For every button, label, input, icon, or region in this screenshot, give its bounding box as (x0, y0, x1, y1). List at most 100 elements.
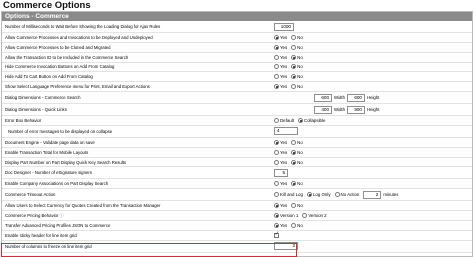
radio-label: No (297, 222, 303, 228)
search-height-input[interactable]: 600 (346, 93, 365, 102)
clone-no-radio[interactable] (291, 44, 297, 50)
search-width-input[interactable]: 600 (314, 93, 332, 102)
row-label: Dialog Dimensions - Quick Links (5, 107, 67, 113)
page-title: Commerce Options (3, 0, 91, 11)
minutes-label: minutes (383, 192, 399, 198)
timeout-minutes-input[interactable]: 2 (363, 190, 382, 199)
error-collapsible-radio[interactable] (297, 117, 303, 123)
radio-label: No (297, 139, 303, 145)
row-json: Transfer Advanced Pricing Profiles JSON … (2, 221, 472, 231)
timeout-none-radio[interactable] (334, 192, 340, 198)
row-label: Doc Designer - Number of eSignature sign… (5, 170, 92, 176)
row-esign: Doc Designer - Number of eSignature sign… (2, 167, 472, 180)
radio-label: No (297, 84, 303, 90)
row-ajax-wait: Number of Milliseconds to Wait Before Sh… (2, 21, 472, 33)
row-clone: Allow Commerce Processes to be Cloned an… (2, 43, 472, 53)
row-label: Hide Add To Cart Button on Add From Cata… (5, 74, 93, 80)
part-results-no-radio[interactable] (291, 159, 297, 165)
radio-label: Version 1 (280, 213, 299, 219)
options-panel: Options - Commerce Number of Millisecond… (1, 11, 473, 257)
row-company-assoc: Enable Company Associations on Part Disp… (2, 179, 472, 190)
height-label: Height (366, 95, 380, 101)
row-timeout: Commerce Timeout Action Kill and Log Log… (2, 189, 472, 202)
row-dialog-search: Dialog Dimensions - Commerce Search 600 … (2, 92, 472, 105)
row-dialog-quick: Dialog Dimensions - Quick Links 400 Widt… (2, 104, 472, 117)
freeze-columns-input[interactable]: 2 (274, 242, 298, 251)
ajax-wait-input[interactable]: 1000 (274, 22, 294, 31)
width-label: Width (334, 107, 345, 113)
txn-total-no-radio[interactable] (291, 149, 297, 155)
width-label: Width (334, 95, 345, 101)
currency-yes-radio[interactable] (274, 203, 279, 209)
currency-no-radio[interactable] (291, 203, 297, 209)
row-label: Show Select Language Preference menu for… (5, 84, 150, 90)
radio-label: No (297, 64, 303, 70)
timeout-log-radio[interactable] (306, 192, 312, 198)
row-label: Allow Commerce Processes and Invocations… (5, 34, 153, 40)
radio-label: Yes (280, 149, 288, 155)
radio-label: Default (280, 117, 294, 123)
error-count-input[interactable]: 4 (274, 127, 298, 136)
row-error-count: Number of error messages to be displayed… (2, 126, 472, 138)
company-assoc-yes-radio[interactable] (274, 181, 279, 187)
section-header: Options - Commerce (2, 12, 472, 21)
row-txn-id: Allow the Transaction ID to be Included … (2, 53, 472, 63)
radio-label: No (297, 54, 303, 60)
hide-add-cart-no-radio[interactable] (291, 74, 297, 80)
radio-label: Yes (280, 54, 288, 60)
pricing-v2-radio[interactable] (302, 213, 308, 219)
row-label: Allow Users to Select Currency for Quote… (5, 203, 161, 209)
row-label: Allow the Transaction ID to be Included … (5, 54, 129, 60)
hide-buttons-yes-radio[interactable] (274, 64, 279, 70)
lang-menu-no-radio[interactable] (291, 84, 297, 90)
hide-buttons-no-radio[interactable] (291, 64, 297, 70)
json-no-radio[interactable] (291, 222, 297, 228)
row-label: Allow Commerce Processes to be Cloned an… (5, 44, 111, 50)
pricing-v1-radio[interactable] (274, 213, 279, 219)
radio-label: Yes (280, 181, 288, 187)
radio-label: Yes (280, 139, 288, 145)
radio-label: No (297, 149, 303, 155)
txn-id-no-radio[interactable] (291, 54, 297, 60)
quick-height-input[interactable]: 900 (346, 105, 365, 114)
row-part-results: Display Part Number on Part Display Quic… (2, 158, 472, 168)
row-hide-add-cart: Hide Add To Cart Button on Add From Cata… (2, 72, 472, 83)
row-deploy: Allow Commerce Processes and Invocations… (2, 33, 472, 43)
txn-total-yes-radio[interactable] (274, 149, 279, 155)
row-doc-engine: Document Engine - Validate page data on … (2, 138, 472, 148)
esign-count-input[interactable]: 5 (274, 168, 288, 177)
clone-yes-radio[interactable] (274, 44, 279, 50)
sticky-header-checkbox[interactable] (274, 231, 279, 238)
row-label: Enable Company Associations on Part Disp… (5, 181, 109, 187)
row-label: Commerce Timeout Action (5, 192, 56, 198)
row-sticky: Enable sticky header for line item grid (2, 231, 472, 241)
row-label: Hide Commerce Invocation Buttons on Add … (5, 64, 115, 70)
hide-add-cart-yes-radio[interactable] (274, 74, 279, 80)
row-label: Transfer Advanced Pricing Profiles JSON … (5, 222, 111, 228)
doc-engine-yes-radio[interactable] (274, 139, 279, 145)
radio-label: No (297, 74, 303, 80)
radio-label: No (297, 159, 303, 165)
radio-label: Yes (280, 44, 288, 50)
row-label: Dialog Dimensions - Commerce Search (5, 95, 81, 101)
radio-label: Yes (280, 159, 288, 165)
timeout-kill-radio[interactable] (274, 192, 279, 198)
deploy-no-radio[interactable] (291, 34, 297, 40)
row-error-box: Error Box Behavior Default Collapsible (2, 116, 472, 126)
radio-label: No Action (340, 192, 360, 198)
json-yes-radio[interactable] (274, 222, 279, 228)
row-label: Number of columns to freeze on line item… (5, 243, 92, 249)
quick-width-input[interactable]: 400 (314, 105, 332, 114)
row-label: Display Part Number on Part Display Quic… (5, 159, 127, 165)
doc-engine-no-radio[interactable] (291, 139, 297, 145)
lang-menu-yes-radio[interactable] (274, 84, 279, 90)
info-icon[interactable]: ⓘ (60, 213, 64, 218)
radio-label: No (297, 44, 303, 50)
radio-label: Yes (280, 74, 288, 80)
part-results-yes-radio[interactable] (274, 159, 279, 165)
error-default-radio[interactable] (274, 117, 279, 123)
company-assoc-no-radio[interactable] (291, 181, 297, 187)
txn-id-yes-radio[interactable] (274, 54, 279, 60)
row-label: Document Engine - Validate page data on … (5, 139, 95, 145)
deploy-yes-radio[interactable] (274, 34, 279, 40)
